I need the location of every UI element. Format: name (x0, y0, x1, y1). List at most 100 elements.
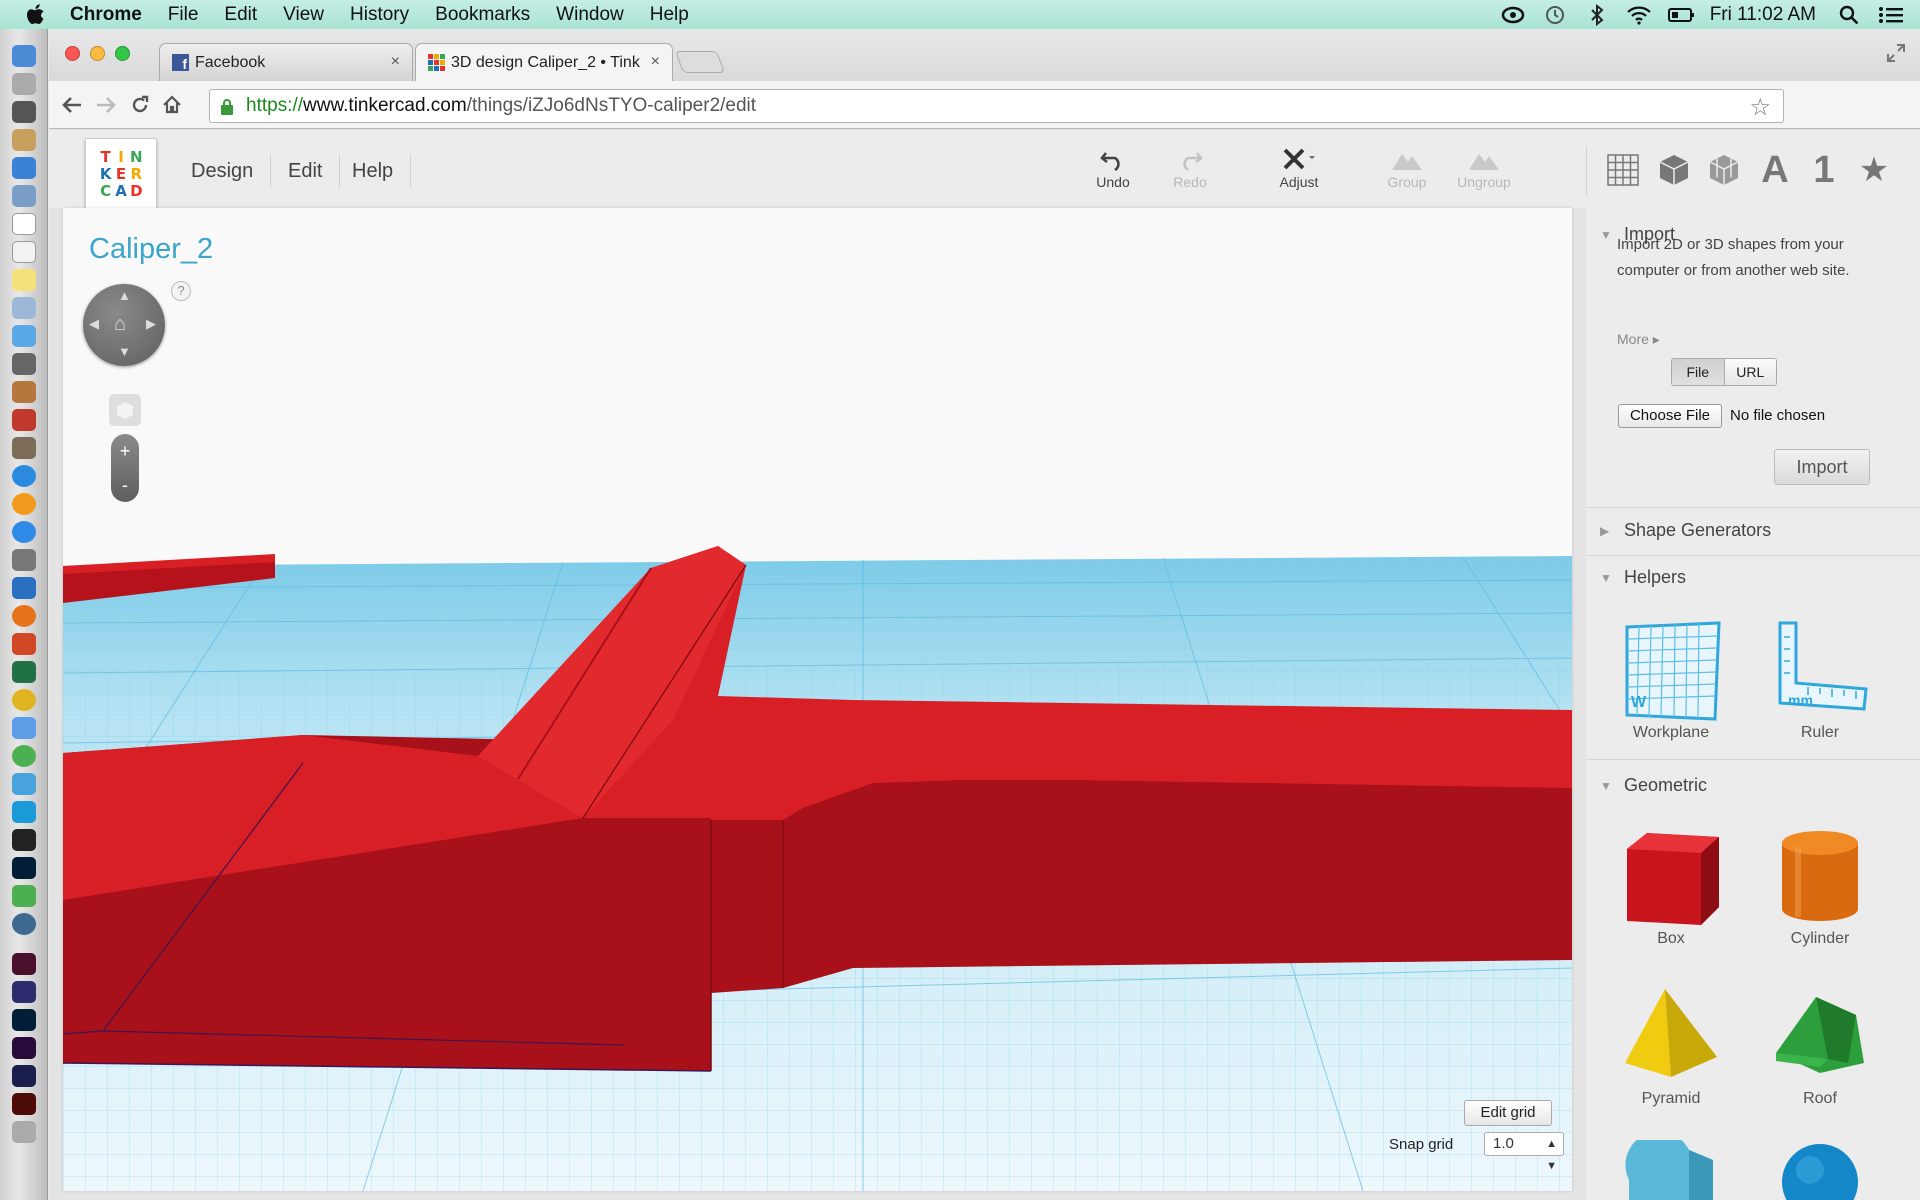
tab-facebook-close-icon[interactable]: × (391, 53, 400, 71)
pan-right-icon[interactable]: ▶ (146, 316, 156, 332)
menu-design[interactable]: Design (174, 154, 272, 188)
utorrent-icon[interactable] (12, 885, 36, 907)
number-shapes-icon[interactable]: 1 (1804, 149, 1844, 191)
address-bar[interactable]: https://www.tinkercad.com/things/iZJo6dN… (209, 89, 1784, 123)
outlook-icon[interactable] (12, 689, 36, 711)
ungroup-button[interactable]: Ungroup (1449, 146, 1519, 190)
back-button[interactable] (59, 92, 85, 118)
import-file-tab[interactable]: File (1672, 359, 1724, 385)
group-button[interactable]: Group (1372, 146, 1442, 190)
makerbot-icon[interactable] (12, 913, 36, 935)
tab-facebook[interactable]: f Facebook × (159, 43, 413, 81)
edit-grid-button[interactable]: Edit grid (1464, 1100, 1552, 1126)
battery-icon[interactable] (1667, 4, 1694, 26)
itunes-icon[interactable] (12, 465, 36, 487)
zoom-out-button[interactable]: - (111, 468, 139, 502)
menu-edit-app[interactable]: Edit (271, 154, 341, 188)
pan-left-icon[interactable]: ◀ (89, 316, 99, 332)
powerpoint-icon[interactable] (12, 633, 36, 655)
undo-button[interactable]: Undo (1078, 146, 1148, 190)
view-help-icon[interactable]: ? (171, 281, 191, 301)
animate-icon[interactable] (12, 1065, 36, 1087)
garageband-icon[interactable] (12, 381, 36, 403)
notification-center-icon[interactable] (1878, 4, 1904, 26)
calendar-icon[interactable] (12, 213, 36, 235)
photos-icon[interactable] (12, 717, 36, 739)
spotlight-search-icon[interactable] (1836, 4, 1862, 26)
wifi-icon[interactable] (1626, 4, 1652, 26)
messages-icon[interactable] (12, 325, 36, 347)
cylinder-shape[interactable]: Cylinder (1750, 820, 1890, 948)
network-icon[interactable] (12, 773, 36, 795)
finder-icon[interactable] (12, 45, 36, 67)
bookmark-star-icon[interactable]: ☆ (1749, 93, 1771, 122)
zoom-window-button[interactable] (115, 46, 130, 61)
box-shape[interactable]: Box (1601, 820, 1741, 948)
adjust-button[interactable]: Adjust (1264, 146, 1334, 190)
menubar-clock[interactable]: Fri 11:02 AM (1710, 4, 1816, 26)
home-button[interactable] (159, 92, 185, 118)
incopy-icon[interactable] (12, 953, 36, 975)
facetime-icon[interactable] (12, 353, 36, 375)
photoshop-cc-icon[interactable] (12, 1009, 36, 1031)
redo-button[interactable]: Redo (1155, 146, 1225, 190)
tinkercad-logo[interactable]: T I N K E R C A D (85, 138, 157, 210)
pan-up-icon[interactable]: ▲ (118, 288, 131, 303)
tab-tinkercad[interactable]: 3D design Caliper_2 • Tink × (415, 43, 673, 81)
preview-icon[interactable] (12, 297, 36, 319)
menu-help[interactable]: Help (650, 4, 689, 26)
menu-app-chrome[interactable]: Chrome (70, 4, 142, 26)
helpers-section-header[interactable]: ▼ Helpers (1600, 567, 1686, 588)
bluetooth-icon[interactable] (1584, 3, 1610, 26)
sphere-shape[interactable] (1750, 1128, 1890, 1200)
iphoto-icon[interactable] (12, 437, 36, 459)
import-button[interactable]: Import (1774, 449, 1870, 485)
indesign-icon[interactable] (12, 981, 36, 1003)
ruler-helper[interactable]: mm Ruler (1750, 614, 1890, 742)
menu-bookmarks[interactable]: Bookmarks (435, 4, 530, 26)
choose-file-button[interactable]: Choose File (1618, 404, 1722, 428)
pan-down-icon[interactable]: ▼ (118, 344, 131, 359)
favorites-star-icon[interactable]: ★ (1854, 150, 1894, 190)
close-window-button[interactable] (65, 46, 80, 61)
cura-icon[interactable] (12, 801, 36, 823)
flash-icon[interactable] (12, 1093, 36, 1115)
menu-window[interactable]: Window (556, 4, 624, 26)
safari-icon[interactable] (12, 157, 36, 179)
design-workspace[interactable]: Caliper_2 ▲ ▼ ◀ ▶ ⌂ ? + - Edit grid Snap… (63, 208, 1572, 1191)
grid-view-icon[interactable] (1603, 150, 1643, 190)
minimize-window-button[interactable] (90, 46, 105, 61)
ortho-view-button[interactable] (109, 394, 141, 426)
stickies-icon[interactable] (12, 269, 36, 291)
excel-icon[interactable] (12, 661, 36, 683)
mission-control-icon[interactable] (12, 101, 36, 123)
apple-menu-icon[interactable] (26, 3, 48, 26)
forward-button[interactable] (93, 92, 119, 118)
zoom-in-button[interactable]: + (111, 434, 139, 468)
import-url-tab[interactable]: URL (1723, 359, 1776, 385)
design-title[interactable]: Caliper_2 (89, 233, 213, 266)
view-navigation-wheel[interactable]: ▲ ▼ ◀ ▶ ⌂ (83, 284, 165, 366)
round-roof-shape[interactable] (1601, 1128, 1741, 1200)
trash-icon[interactable] (12, 1121, 36, 1143)
ibooks-icon[interactable] (12, 493, 36, 515)
new-tab-button[interactable] (674, 51, 726, 73)
geometric-section-header[interactable]: ▼ Geometric (1600, 775, 1707, 796)
import-more-link[interactable]: More ▸ (1617, 331, 1660, 348)
snap-grid-select[interactable]: 1.0 ▲ ▼ (1484, 1132, 1564, 1172)
word-icon[interactable] (12, 577, 36, 599)
pyramid-shape[interactable]: Pyramid (1601, 980, 1741, 1108)
mail-icon[interactable] (12, 185, 36, 207)
workplane-3d-view[interactable] (63, 208, 1572, 1191)
creative-cloud-icon[interactable] (1500, 4, 1526, 26)
contacts-icon[interactable] (12, 129, 36, 151)
sketchup-icon[interactable] (12, 829, 36, 851)
text-shapes-icon[interactable]: A (1755, 149, 1795, 191)
notes-icon[interactable] (12, 241, 36, 263)
menu-view[interactable]: View (283, 4, 324, 26)
home-view-icon[interactable]: ⌂ (114, 313, 126, 336)
system-preferences-icon[interactable] (12, 549, 36, 571)
chrome-icon[interactable] (12, 745, 36, 767)
menu-file[interactable]: File (168, 4, 199, 26)
photoshop-icon[interactable] (12, 857, 36, 879)
